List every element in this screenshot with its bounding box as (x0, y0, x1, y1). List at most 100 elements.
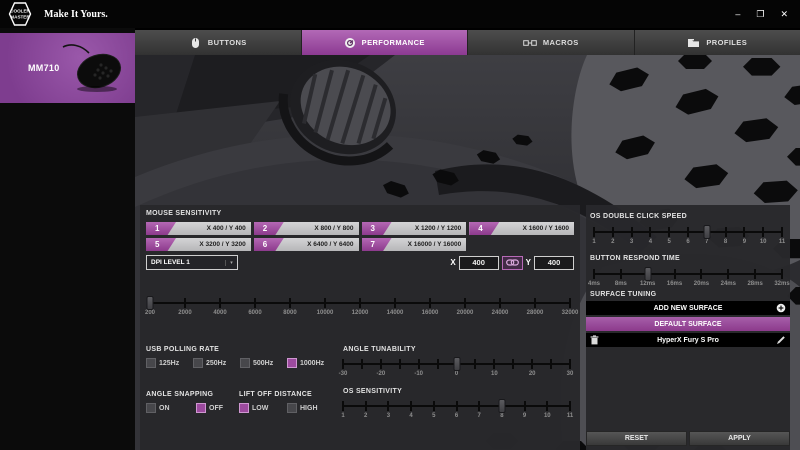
angle-tunability-slider[interactable]: -30 -20 -10 0 10 20 30 (339, 356, 573, 380)
slider-handle[interactable] (453, 357, 460, 371)
link-xy-icon[interactable] (501, 255, 523, 270)
os-surface-panel: OS DOUBLE CLICK SPEED 1 2 3 4 5 6 7 8 9 10 11 BUTT… (586, 205, 790, 450)
sensitivity-panel: MOUSE SENSITIVITY 1 X 400 / Y 400 2 X 800 /… (140, 205, 580, 450)
slider-tick (219, 298, 221, 308)
option-high[interactable]: HIGH (287, 403, 318, 413)
add-surface-icon[interactable] (776, 303, 786, 313)
option-1000hz[interactable]: 1000Hz (287, 358, 324, 368)
apply-button[interactable]: APPLY (689, 431, 790, 446)
minimize-button[interactable]: – (735, 9, 740, 19)
dpi-level-value: X 1200 / Y 1200 (414, 225, 462, 232)
slider-tick-label: 11 (566, 413, 574, 419)
tab-buttons[interactable]: BUTTONS (135, 30, 302, 55)
dpi-level-badge (361, 238, 392, 251)
slider-tick (754, 269, 757, 279)
slider-tick (359, 298, 361, 308)
svg-text:MASTER: MASTER (10, 15, 30, 20)
trash-icon[interactable] (590, 335, 599, 345)
slider-tick (512, 359, 515, 369)
option-250hz[interactable]: 250Hz (193, 358, 240, 368)
dpi-level-5[interactable]: 5 X 3200 / Y 3200 (146, 238, 251, 251)
add-new-surface-label: ADD NEW SURFACE (653, 304, 723, 312)
dpi-y-input[interactable]: 400 (534, 255, 574, 270)
titlebar: COOLER MASTER Make It Yours. – ❐ ✕ (0, 0, 800, 28)
slider-tick (342, 401, 344, 411)
checkbox-125hz[interactable] (146, 358, 156, 368)
dpi-level-7[interactable]: 7 X 16000 / Y 16000 (361, 238, 467, 251)
option-label: OFF (209, 404, 223, 412)
tab-performance[interactable]: PERFORMANCE (301, 30, 468, 55)
tab-macros[interactable]: MACROS (468, 30, 635, 55)
close-button[interactable]: ✕ (780, 9, 788, 19)
option-off[interactable]: OFF (196, 403, 223, 413)
checkbox-1000hz[interactable] (287, 358, 297, 368)
slider-tick (410, 401, 413, 411)
os-sensitivity-slider[interactable]: 1 2 3 4 5 6 7 8 9 10 11 (341, 398, 574, 422)
slider-tick (393, 298, 396, 308)
tab-label: PROFILES (706, 38, 748, 47)
dpi-level-list: 1 X 400 / Y 400 2 X 800 / Y 800 3 X 1200 / Y … (146, 222, 574, 251)
dpi-level-dropdown-value: DPI LEVEL 1 (151, 259, 190, 266)
lift-off-options: LOW HIGH (239, 403, 318, 413)
slider-tick-label: 4 (648, 239, 653, 245)
checkbox-off[interactable] (196, 403, 206, 413)
action-buttons: RESET APPLY (586, 431, 790, 446)
slider-tick-label: 20ms (693, 281, 710, 287)
slider-tick-label: 200 (144, 310, 156, 316)
slider-tick-label: 0 (454, 371, 459, 377)
option-125hz[interactable]: 125Hz (146, 358, 193, 368)
slider-handle[interactable] (146, 296, 154, 310)
slider-tick-label: 16ms (666, 281, 683, 287)
dpi-slider[interactable]: 200 2000 4000 6000 8000 10000 12000 14000 16000 2… (145, 295, 578, 319)
device-tile-mm710[interactable]: MM710 (0, 33, 135, 103)
gauge-icon (344, 37, 355, 48)
checkbox-low[interactable] (239, 403, 249, 413)
slider-tick (534, 298, 536, 308)
dpi-level-dropdown[interactable]: DPI LEVEL 1 ▾ (146, 255, 238, 270)
tab-label: BUTTONS (207, 38, 247, 47)
slider-tick (531, 359, 534, 369)
option-500hz[interactable]: 500Hz (240, 358, 287, 368)
slider-tick-label: 1 (341, 413, 345, 419)
os-double-click-speed-slider[interactable]: 1 2 3 4 5 6 7 8 9 10 11 (592, 224, 785, 248)
dpi-level-4[interactable]: 4 X 1600 / Y 1600 (469, 222, 574, 235)
dpi-x-input[interactable]: 400 (458, 255, 499, 270)
surface-default[interactable]: DEFAULT SURFACE (586, 317, 790, 331)
checkbox-on[interactable] (146, 403, 156, 413)
option-low[interactable]: LOW (239, 403, 287, 413)
tab-bar: BUTTONS PERFORMANCE MACROS PROFILES (135, 30, 800, 55)
tab-profiles[interactable]: PROFILES (635, 30, 800, 55)
slider-handle[interactable] (644, 267, 652, 281)
profiles-icon (688, 38, 700, 47)
slider-tick-label: 12000 (351, 310, 369, 316)
slider-tick-label: 24000 (491, 310, 509, 316)
edit-pencil-icon[interactable] (776, 335, 786, 345)
slider-handle[interactable] (498, 399, 506, 413)
reset-button[interactable]: RESET (586, 431, 687, 446)
dpi-level-1[interactable]: 1 X 400 / Y 400 (146, 222, 251, 235)
slider-tick-label: 3 (386, 413, 391, 419)
slider-tick-label: 10 (759, 239, 767, 245)
slider-tick (379, 359, 382, 369)
option-label: 250Hz (206, 359, 227, 367)
slider-tick-label: 2 (611, 239, 615, 245)
slider-tick (498, 298, 501, 308)
button-respond-time-slider[interactable]: 4ms 8ms 12ms 16ms 20ms 24ms 28ms 32ms (588, 266, 790, 290)
slider-handle[interactable] (703, 225, 711, 239)
checkbox-high[interactable] (287, 403, 297, 413)
angle-snapping-options: ON OFF (146, 403, 223, 413)
slider-tick-label: 6 (454, 413, 459, 419)
dpi-level-3[interactable]: 3 X 1200 / Y 1200 (361, 222, 467, 235)
device-sidebar: MM710 (0, 28, 135, 450)
slider-tick (668, 227, 671, 237)
add-new-surface-button[interactable]: ADD NEW SURFACE (586, 301, 790, 315)
slider-tick (478, 401, 481, 411)
maximize-button[interactable]: ❐ (756, 9, 764, 19)
slider-tick-label: 4 (409, 413, 413, 419)
checkbox-500hz[interactable] (240, 358, 250, 368)
dpi-level-6[interactable]: 6 X 6400 / Y 6400 (253, 238, 359, 251)
option-on[interactable]: ON (146, 403, 196, 413)
dpi-level-2[interactable]: 2 X 800 / Y 800 (253, 222, 359, 235)
checkbox-250hz[interactable] (193, 358, 203, 368)
surface-hyperx-fury-s-pro[interactable]: HyperX Fury S Pro (586, 333, 790, 347)
